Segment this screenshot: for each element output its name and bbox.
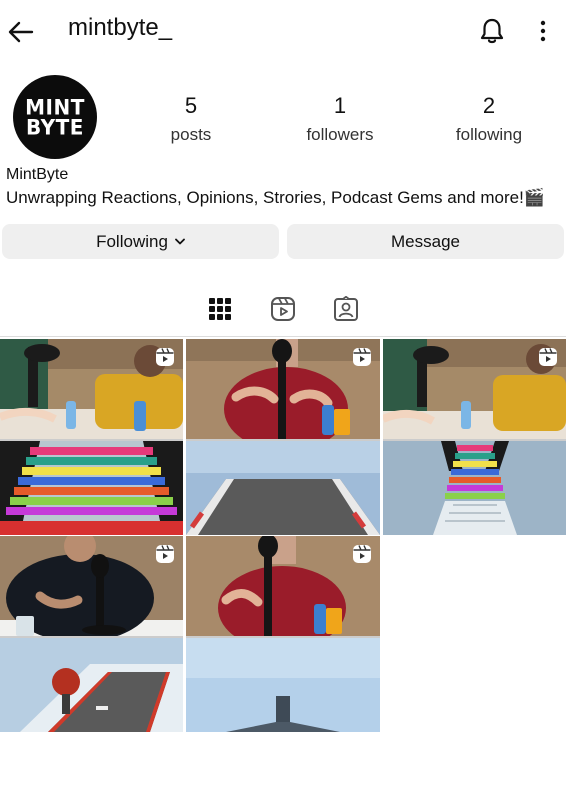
thumbnail-sky-ramp-scene	[186, 638, 380, 732]
following-button-label: Following	[96, 231, 168, 251]
post-thumbnail[interactable]	[0, 339, 183, 535]
following-button[interactable]: Following	[2, 224, 279, 259]
thumbnail-host-scene	[186, 339, 380, 439]
chevron-down-icon	[175, 238, 185, 245]
post-thumbnail[interactable]	[186, 536, 380, 732]
following-stat[interactable]: 2 following	[429, 94, 549, 145]
avatar[interactable]: MINT BYTE	[13, 75, 97, 159]
display-name: MintByte	[6, 166, 69, 183]
tab-tagged[interactable]	[331, 294, 361, 324]
tabs-divider	[0, 336, 566, 337]
reel-badge-icon	[353, 348, 371, 366]
post-thumbnail[interactable]	[0, 536, 183, 732]
reel-badge-icon	[156, 348, 174, 366]
thumbnail-ramp-scene	[383, 441, 566, 535]
reels-icon	[271, 297, 295, 321]
reel-badge-icon	[353, 545, 371, 563]
followers-label: followers	[306, 125, 374, 144]
post-thumbnail[interactable]	[383, 339, 566, 535]
posts-count: 5	[184, 93, 198, 118]
followers-count: 1	[333, 93, 347, 118]
profile-username: mintbyte_	[68, 14, 173, 41]
posts-label: posts	[170, 125, 212, 144]
bio-text: Unwrapping Reactions, Opinions, Strories…	[6, 188, 545, 207]
profile-tabs	[0, 294, 566, 330]
tagged-icon	[334, 296, 358, 321]
followers-stat[interactable]: 1 followers	[280, 94, 400, 145]
reel-badge-icon	[539, 348, 557, 366]
tab-reels[interactable]	[268, 294, 298, 324]
thumbnail-runway-scene	[186, 441, 380, 535]
following-count: 2	[482, 93, 496, 118]
post-thumbnail[interactable]	[186, 339, 380, 535]
thumbnail-host-scene	[186, 536, 380, 636]
reel-badge-icon	[156, 545, 174, 563]
message-button[interactable]: Message	[287, 224, 564, 259]
more-vertical-icon[interactable]	[532, 16, 554, 46]
back-arrow-icon[interactable]	[6, 18, 36, 46]
bell-icon[interactable]	[478, 16, 506, 46]
top-bar: mintbyte_	[0, 0, 566, 62]
posts-stat[interactable]: 5 posts	[131, 94, 251, 145]
posts-grid-icon	[209, 298, 231, 320]
tab-posts[interactable]	[205, 294, 235, 324]
message-button-label: Message	[391, 231, 460, 251]
thumbnail-race-track-scene	[0, 638, 183, 732]
thumbnail-ramp-scene	[0, 441, 183, 535]
following-label: following	[455, 125, 523, 144]
avatar-text-line2: BYTE	[26, 114, 84, 140]
